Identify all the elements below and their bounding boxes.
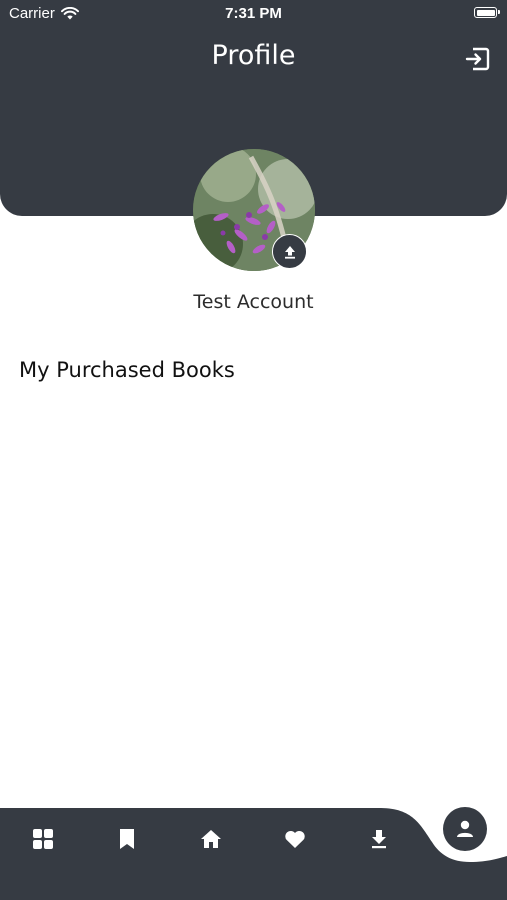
purchased-books-title: My Purchased Books [19,358,235,382]
bookmark-icon [120,829,134,849]
nav-bookmarks[interactable] [111,823,143,855]
nav-home[interactable] [195,823,227,855]
account-name: Test Account [193,291,314,313]
nav-categories[interactable] [27,823,59,855]
nav-downloads[interactable] [363,823,395,855]
home-icon [201,830,221,848]
upload-avatar-button[interactable] [272,234,307,269]
status-time: 7:31 PM [225,5,282,22]
nav-profile[interactable] [443,807,487,851]
logout-button[interactable] [463,45,491,73]
heart-icon [285,830,305,848]
battery-icon [474,7,500,18]
upload-icon [284,245,295,259]
nav-favorites[interactable] [279,823,311,855]
logout-icon [465,47,490,71]
grid-icon [33,829,53,849]
page-title: Profile [211,40,296,71]
download-icon [372,830,386,849]
person-icon [457,820,473,837]
bottom-nav-bar [0,808,507,900]
status-bar: Carrier 7:31 PM [0,0,507,28]
